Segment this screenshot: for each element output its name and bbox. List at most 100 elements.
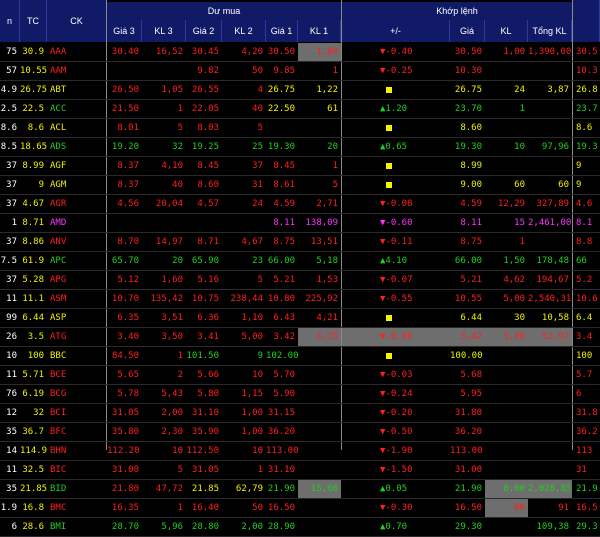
cell-gia2: 31.10 (191, 408, 219, 418)
header-gia2[interactable]: Giá 2 (186, 20, 222, 42)
table-row[interactable]: 11 11.1 ASM 10.70 135,42 10.75 238,44 10.80 225,… (0, 290, 600, 309)
reference-square-icon (386, 181, 392, 188)
cell-gia: 29.30 (454, 522, 482, 532)
table-row[interactable]: 10 100 BBC 84.50 1 101.50 9 102.00 100.00 100 (0, 347, 600, 366)
cell-ck[interactable]: ACC (47, 100, 107, 118)
cell-ck[interactable]: ASP (47, 309, 107, 327)
cell-ck[interactable]: ACL (47, 119, 107, 137)
table-row[interactable]: 8.5 18.65 ADS 19.20 32 19.25 25 19.30 20 ▲0.65 19.… (0, 138, 600, 157)
header-kl3[interactable]: KL 3 (142, 20, 186, 42)
cell-gia1: 66.00 (267, 256, 295, 266)
table-row[interactable]: 4.9 26.75 ABT 26.50 1,05 26.55 4 26.75 1,22 26.75… (0, 81, 600, 100)
table-row[interactable]: 8.6 8.6 ACL 8.01 5 8.03 5 8.60 8.6 (0, 119, 600, 138)
cell-gia2: 5.16 (197, 275, 219, 285)
table-row[interactable]: 76 6.19 BCG 5.78 5,43 5.80 1,15 5.90 ▼-0.24 5.95 6 (0, 385, 600, 404)
cell-ck[interactable]: AMD (47, 214, 107, 232)
table-row[interactable]: 1.9 16.8 BMC 16.35 1 16.40 50 16.50 ▼-0.30 16.50 8… (0, 499, 600, 518)
cell-ck[interactable]: BID (47, 480, 107, 498)
cell-gia1: 10.80 (267, 294, 295, 304)
cell-ck[interactable]: APC (47, 252, 107, 270)
cell-ck[interactable]: BMC (47, 499, 107, 517)
cell-gia3: 5.12 (117, 275, 139, 285)
header-kl1[interactable]: KL 1 (298, 20, 341, 42)
cell-gia2: 10.75 (191, 294, 219, 304)
table-row[interactable]: 75 30.9 AAA 30.40 16,52 30.45 4,20 30.50 1,80 ▼-0… (0, 43, 600, 62)
cell-gia3: 5.78 (117, 389, 139, 399)
cell-ck[interactable]: APG (47, 271, 107, 289)
cell-kl: 1 (519, 237, 525, 247)
header-gia3[interactable]: Giá 3 (107, 20, 142, 42)
cell-tc: 5.71 (22, 370, 44, 380)
table-row[interactable]: 37 9 AGM 8.37 40 8.60 31 8.61 5 9.00 60 60 9 (0, 176, 600, 195)
cell-gia3: 35.80 (111, 427, 139, 437)
cell-kl2: 10 (252, 446, 263, 456)
cell-ck[interactable]: BHN (47, 442, 107, 460)
cell-prev: 8.5 (0, 142, 17, 152)
cell-kl: 1,00 (503, 47, 525, 57)
header-kl[interactable]: KL (485, 20, 528, 42)
cell-gia1: 3.42 (273, 332, 295, 342)
cell-kl3: 3,51 (161, 313, 183, 323)
header-kl2[interactable]: KL 2 (222, 20, 266, 42)
cell-ck[interactable]: BCE (47, 366, 107, 384)
cell-change (342, 119, 450, 137)
cell-tc: 10.55 (20, 66, 47, 76)
cell-ck[interactable]: ANV (47, 233, 107, 251)
table-row[interactable]: 7.5 61.9 APC 65.70 20 65.90 23 66.00 5,18 ▲4.10 66… (0, 252, 600, 271)
table-row[interactable]: 11 5.71 BCE 5.65 2 5.66 10 5.70 ▼-0.03 5.68 5.7 (0, 366, 600, 385)
cell-kl2 (222, 214, 266, 232)
cell-right: 10.3 (576, 66, 598, 76)
cell-ck[interactable]: AGF (47, 157, 107, 175)
table-row[interactable]: 37 8.99 AGF 8.37 4,10 8.45 37 8.45 1 8.99 9 (0, 157, 600, 176)
cell-ck[interactable]: AAA (47, 43, 107, 61)
cell-ck[interactable]: AGR (47, 195, 107, 213)
header-gia1[interactable]: Giá 1 (266, 20, 298, 42)
cell-ck[interactable]: BBC (47, 347, 107, 365)
cell-gia2: 101.50 (186, 351, 219, 361)
table-row[interactable]: 35 21.85 BID 21.80 47,72 21.85 62,79 21.90 15,66… (0, 480, 600, 499)
cell-ck[interactable]: AAM (47, 62, 107, 80)
table-row[interactable]: 37 4.67 AGR 4.56 20,04 4.57 24 4.59 2,71 ▼-0.08 4.… (0, 195, 600, 214)
table-row[interactable]: 14 114.9 BHN 112.20 10 112.50 10 113.00 ▼-1.90 11… (0, 442, 600, 461)
table-row[interactable]: 57 10.55 AAM 9.82 50 9.85 1 ▼-0.25 10.30 10.3 (0, 62, 600, 81)
table-row[interactable]: 11 32.5 BIC 31.00 5 31.05 1 31.10 ▼-1.50 31.00 31 (0, 461, 600, 480)
cell-kl3: 5,96 (161, 522, 183, 532)
cell-gia: 6.44 (460, 313, 482, 323)
table-row[interactable]: 99 6.44 ASP 6.35 3,51 6.36 1,10 6.43 4,21 6.44 30 1… (0, 309, 600, 328)
cell-prev: 37 (6, 237, 17, 247)
table-row[interactable]: 37 5.28 APG 5.12 1,60 5.16 5 5.21 1,53 ▼-0.07 5.21… (0, 271, 600, 290)
table-row[interactable]: 26 3.5 ATG 3.40 3,50 3.41 5,00 3.42 4,75 ▼-0.08 3.… (0, 328, 600, 347)
cell-gia2: 65.90 (191, 256, 219, 266)
cell-kl: 10 (514, 142, 525, 152)
cell-ck[interactable]: ATG (47, 328, 107, 346)
cell-ck[interactable]: ABT (47, 81, 107, 99)
table-row[interactable]: 2.5 22.5 ACC 21.50 1 22.05 40 22.50 61 ▲1.20 23.70… (0, 100, 600, 119)
cell-ck[interactable]: ADS (47, 138, 107, 156)
cell-ck[interactable]: BFC (47, 423, 107, 441)
cell-right: 26.8 (576, 85, 598, 95)
cell-tc: 61.9 (22, 256, 44, 266)
cell-kl2: 10 (252, 370, 263, 380)
table-row[interactable]: 12 32 BCI 31.05 2,00 31.10 1,00 31.15 ▼-0.20 31.8… (0, 404, 600, 423)
table-row[interactable]: 35 36.7 BFC 35.80 2,30 35.90 1,00 36.20 ▼-0.50 36… (0, 423, 600, 442)
cell-gia3: 8.37 (117, 161, 139, 171)
cell-ck[interactable]: AGM (47, 176, 107, 194)
cell-ck[interactable]: BIC (47, 461, 107, 479)
cell-ck[interactable]: BMI (47, 518, 107, 536)
cell-ck[interactable]: BCI (47, 404, 107, 422)
cell-prev: 10 (6, 351, 17, 361)
header-change[interactable]: +/- (342, 20, 450, 42)
header-ck[interactable]: CK (47, 0, 107, 42)
header-gia[interactable]: Giá (450, 20, 485, 42)
table-row[interactable]: 37 8.86 ANV 8.70 14,97 8.71 4,67 8.75 13,51 ▼-0.1… (0, 233, 600, 252)
cell-ck[interactable]: BCG (47, 385, 107, 403)
cell-kl3: 2,30 (161, 427, 183, 437)
cell-kl1 (298, 461, 341, 479)
table-row[interactable]: 6 28.6 BMI 28.70 5,96 28.80 2,00 28.90 ▲0.70 29.3… (0, 518, 600, 537)
cell-kl: 8,00 (485, 480, 528, 498)
cell-prev: 37 (6, 180, 17, 190)
header-tongkl[interactable]: Tổng KL (528, 20, 572, 42)
header-tc[interactable]: TC (20, 0, 47, 42)
cell-ck[interactable]: ASM (47, 290, 107, 308)
table-row[interactable]: 1 8.71 AMD 8.11 138,09 ▼-0.60 8.11 15 2,461,00 8.… (0, 214, 600, 233)
